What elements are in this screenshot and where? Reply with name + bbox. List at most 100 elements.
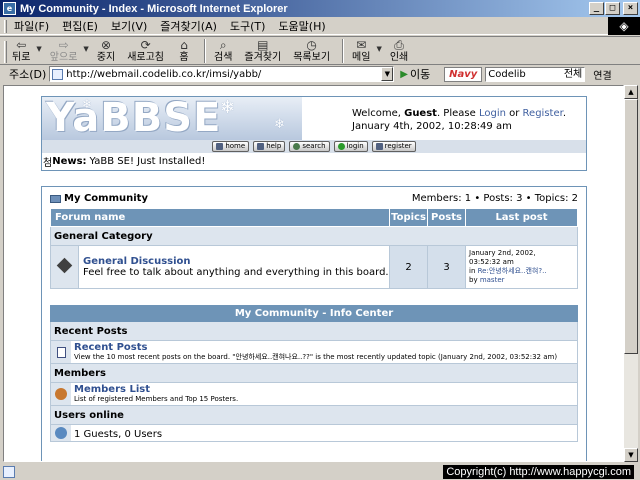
members-section: Members	[50, 364, 578, 383]
go-label: 이동	[410, 68, 431, 81]
favorites-button[interactable]: ▤ 즐겨찾기	[244, 37, 281, 64]
address-url[interactable]: http://webmail.codelib.co.kr/imsi/yabb/	[66, 69, 261, 80]
last-post-in: in	[469, 267, 476, 275]
nav-help-button[interactable]: help	[253, 141, 286, 152]
members-icon-cell	[51, 383, 71, 405]
close-button[interactable]: ×	[623, 2, 638, 15]
col-topics: Topics	[389, 208, 428, 227]
search-icon: ⌕	[219, 38, 227, 52]
yabbse-logo-area: YaBBSE ❄ ❄ ❄	[42, 97, 302, 140]
users-online-text: 1 Guests, 0 Users	[74, 429, 163, 440]
info-center: My Community - Info Center Recent Posts …	[50, 305, 578, 442]
refresh-button[interactable]: ⟳ 새로고침	[127, 37, 164, 64]
minimize-button[interactable]: _	[589, 2, 604, 15]
window-title-bar[interactable]: e My Community - Index - Microsoft Inter…	[0, 0, 640, 17]
ie-app-icon[interactable]: e	[3, 2, 16, 15]
menu-favorites[interactable]: 즐겨찾기(A)	[160, 18, 217, 34]
navy-search-input[interactable]: Codelib 전체	[485, 66, 586, 82]
mail-dropdown-icon[interactable]: ▼	[376, 45, 381, 53]
navy-logo[interactable]: Navy	[444, 66, 483, 82]
history-label: 목록보기	[293, 52, 331, 63]
board-row: General Discussion Feel free to talk abo…	[50, 245, 578, 289]
mail-button[interactable]: ✉ 메일	[352, 37, 370, 64]
scrollbar-thumb[interactable]	[624, 99, 638, 354]
nav-login-label: login	[346, 142, 364, 150]
window-title: My Community - Index - Microsoft Interne…	[20, 2, 288, 15]
nav-home-button[interactable]: home	[212, 141, 250, 152]
menubar-grip[interactable]	[4, 20, 7, 33]
stop-button[interactable]: ⊗ 중지	[97, 37, 115, 64]
history-button[interactable]: ◷ 목록보기	[293, 37, 330, 64]
nav-home-label: home	[225, 142, 246, 150]
community-name[interactable]: My Community	[64, 193, 148, 204]
menu-help[interactable]: 도움말(H)	[278, 18, 325, 34]
links-button[interactable]: 연결	[593, 67, 611, 82]
users-icon-cell	[51, 425, 71, 441]
address-dropdown-icon[interactable]: ▼	[381, 67, 394, 81]
address-input[interactable]: http://webmail.codelib.co.kr/imsi/yabb/ …	[49, 66, 395, 82]
search-button[interactable]: ⌕ 검색	[214, 37, 232, 64]
scroll-down-arrow-icon[interactable]: ▼	[624, 448, 638, 462]
menu-file[interactable]: 파일(F)	[14, 18, 49, 34]
nav-login-button[interactable]: login	[333, 141, 368, 152]
stop-label: 중지	[96, 52, 116, 63]
board-status-cell	[50, 245, 79, 289]
members-list-link[interactable]: Members List	[74, 384, 574, 395]
recent-posts-row: Recent Posts View the 10 most recent pos…	[50, 341, 578, 364]
board-table-header: Forum name Topics Posts Last post	[50, 208, 578, 227]
mail-label: 메일	[352, 52, 371, 63]
members-row: Members List List of registered Members …	[50, 383, 578, 406]
forward-button[interactable]: ⇨ 앞으로	[50, 37, 78, 64]
help-icon	[257, 143, 265, 150]
category-title[interactable]: General Category	[50, 226, 578, 246]
menu-view[interactable]: 보기(V)	[111, 18, 147, 34]
board-table: Forum name Topics Posts Last post Genera…	[50, 208, 578, 289]
printer-icon: ⎙	[394, 38, 404, 52]
menu-bar: 파일(F) 편집(E) 보기(V) 즐겨찾기(A) 도구(T) 도움말(H) ◈	[0, 17, 640, 35]
board-posts-count: 3	[427, 245, 466, 289]
history-icon: ◷	[306, 38, 317, 52]
register-link[interactable]: Register	[523, 108, 563, 119]
recent-posts-icon-cell	[51, 341, 71, 363]
members-icon	[55, 388, 67, 400]
welcome-period: .	[562, 108, 566, 119]
copyright-banner: Copyright(c) http://www.happycgi.com	[443, 465, 634, 479]
address-label: 주소(D)	[9, 68, 47, 81]
last-post-user-link[interactable]: master	[480, 276, 505, 284]
login-link[interactable]: Login	[479, 108, 506, 119]
menu-edit[interactable]: 편집(E)	[62, 18, 98, 34]
back-dropdown-icon[interactable]: ▼	[36, 45, 41, 53]
home-button[interactable]: ⌂ 홈	[176, 37, 192, 64]
last-post-topic-link[interactable]: Re:안녕하세요..캔혀?..	[478, 267, 547, 275]
recent-posts-body: Recent Posts View the 10 most recent pos…	[71, 341, 577, 363]
nav-register-button[interactable]: register	[371, 141, 416, 152]
users-online-icon	[55, 427, 67, 439]
welcome-please: . Please	[436, 108, 476, 119]
page-icon	[52, 68, 64, 80]
news-bar: 첨 News: YaBB SE! Just Installed!	[41, 153, 587, 171]
forward-dropdown-icon[interactable]: ▼	[83, 45, 88, 53]
vertical-scrollbar[interactable]: ▲ ▼	[624, 85, 638, 462]
back-arrow-icon: ⇦	[16, 38, 27, 52]
refresh-label: 새로고침	[127, 52, 165, 63]
nav-search-label: search	[302, 142, 326, 150]
recent-posts-link[interactable]: Recent Posts	[74, 342, 574, 353]
back-button[interactable]: ⇦ 뒤로	[12, 37, 30, 64]
print-button[interactable]: ⎙ 인쇄	[390, 37, 408, 64]
windows-logo-icon: ◈	[608, 17, 640, 35]
navy-scope[interactable]: 전체	[564, 68, 582, 81]
news-text: YaBB SE! Just Installed!	[89, 156, 206, 167]
nav-search-button[interactable]: search	[289, 141, 330, 152]
go-button[interactable]: ▶ 이동	[400, 66, 430, 82]
yabbse-logo: YaBBSE	[46, 97, 222, 140]
menu-tools[interactable]: 도구(T)	[230, 18, 266, 34]
board-description: Feel free to talk about anything and eve…	[83, 267, 389, 278]
forward-arrow-icon: ⇨	[58, 38, 69, 52]
snowflake-icon: ❄	[82, 97, 93, 111]
scroll-up-arrow-icon[interactable]: ▲	[624, 85, 638, 99]
maximize-button[interactable]: □	[605, 2, 620, 15]
stop-icon: ⊗	[100, 38, 112, 52]
board-title-link[interactable]: General Discussion	[83, 256, 389, 267]
toolbar-grip[interactable]	[4, 41, 7, 63]
status-page-icon	[3, 465, 15, 478]
